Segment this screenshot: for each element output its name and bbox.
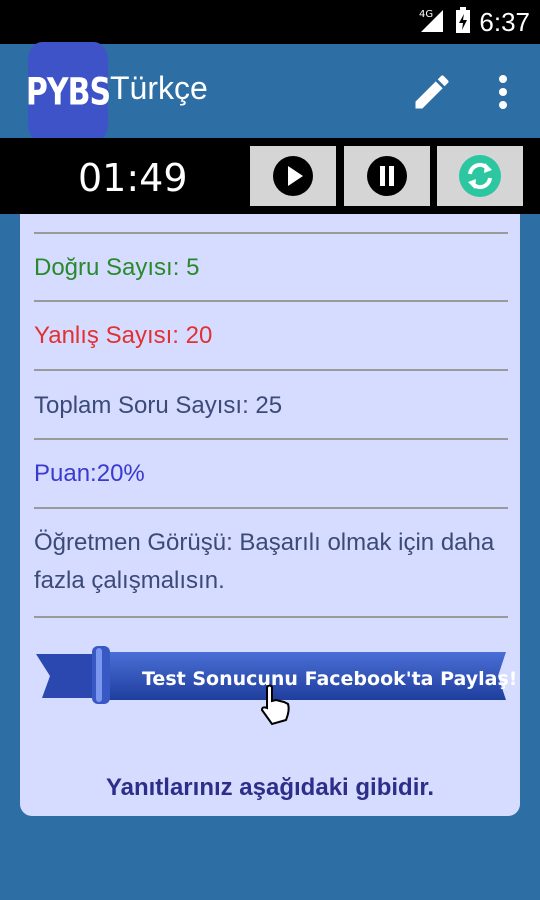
divider [34,300,508,302]
divider [34,438,508,440]
facebook-share-button[interactable]: Test Sonucunu Facebook'ta Paylaş! [36,642,517,726]
pause-button[interactable] [344,146,430,206]
total-count: Toplam Soru Sayısı: 25 [34,392,283,419]
hand-pointer-icon [260,684,290,726]
pencil-icon [415,75,449,109]
correct-count: Doğru Sayısı: 5 [34,254,200,281]
svg-text:4G: 4G [419,9,433,20]
edit-button[interactable] [410,70,454,114]
results-card: Doğru Sayısı: 5 Yanlış Sayısı: 20 Toplam… [20,214,520,816]
overflow-menu-button[interactable] [486,70,520,114]
divider [34,616,508,618]
answers-heading: Yanıtlarınız aşağıdaki gibidir. [105,774,435,801]
battery-icon [455,6,471,39]
teacher-comment: Öğretmen Görüşü: Başarılı olmak için dah… [34,529,495,594]
share-label: Test Sonucunu Facebook'ta Paylaş! [142,668,518,690]
refresh-icon [459,155,501,197]
pause-icon [367,156,407,196]
divider [34,507,508,509]
more-vertical-icon [499,75,507,109]
signal-icon: 4G [417,6,447,39]
app-bar: PYBS Türkçe [0,42,540,142]
divider [34,369,508,371]
app-title: Türkçe [110,70,208,106]
timer-display: 01:49 [78,156,188,200]
divider [34,232,508,234]
refresh-button[interactable] [437,146,523,206]
play-button[interactable] [250,146,336,206]
status-time: 6:37 [479,6,530,37]
app-logo: PYBS [26,42,111,142]
timer-bar: 01:49 [0,138,540,214]
status-bar: 4G 6:37 [0,0,540,44]
status-icons: 4G 6:37 [417,6,530,38]
wrong-count: Yanlış Sayısı: 20 [34,322,213,349]
score: Puan:20% [34,460,145,487]
play-icon [273,156,313,196]
